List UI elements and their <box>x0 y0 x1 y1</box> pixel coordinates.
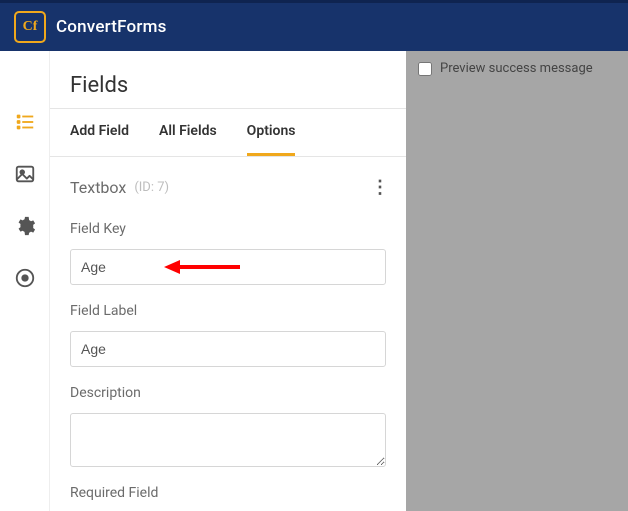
fields-icon[interactable] <box>14 111 36 133</box>
section-id: (ID: 7) <box>134 180 169 195</box>
panel-title: Fields <box>50 51 406 108</box>
field-key-input[interactable] <box>70 249 386 285</box>
required-label: Required Field <box>70 485 386 501</box>
kebab-menu-icon[interactable]: ⋮ <box>368 175 392 199</box>
app-brand: ConvertForms <box>56 17 167 37</box>
tab-all-fields[interactable]: All Fields <box>159 109 217 156</box>
left-sidebar <box>0 51 49 511</box>
field-key-label: Field Key <box>70 221 386 237</box>
field-label-label: Field Label <box>70 303 386 319</box>
description-label: Description <box>70 385 386 401</box>
panel-tabs: Add Field All Fields Options <box>50 108 406 157</box>
tab-add-field[interactable]: Add Field <box>70 109 129 156</box>
field-label-input[interactable] <box>70 331 386 367</box>
image-icon[interactable] <box>14 163 36 185</box>
preview-area: Preview success message <box>406 51 628 511</box>
description-input[interactable] <box>70 413 386 467</box>
target-icon[interactable] <box>14 267 36 289</box>
app-topbar: Cf ConvertForms <box>0 0 628 51</box>
section-title: Textbox <box>70 178 126 197</box>
preview-success-label: Preview success message <box>440 61 593 76</box>
section-header: Textbox (ID: 7) ⋮ <box>50 157 406 211</box>
gear-icon[interactable] <box>14 215 36 237</box>
preview-success-checkbox[interactable]: Preview success message <box>418 61 593 76</box>
app-logo: Cf <box>14 11 46 43</box>
tab-options[interactable]: Options <box>247 109 296 156</box>
preview-success-checkbox-input[interactable] <box>418 62 432 76</box>
fields-panel: Fields Add Field All Fields Options Text… <box>49 51 406 511</box>
